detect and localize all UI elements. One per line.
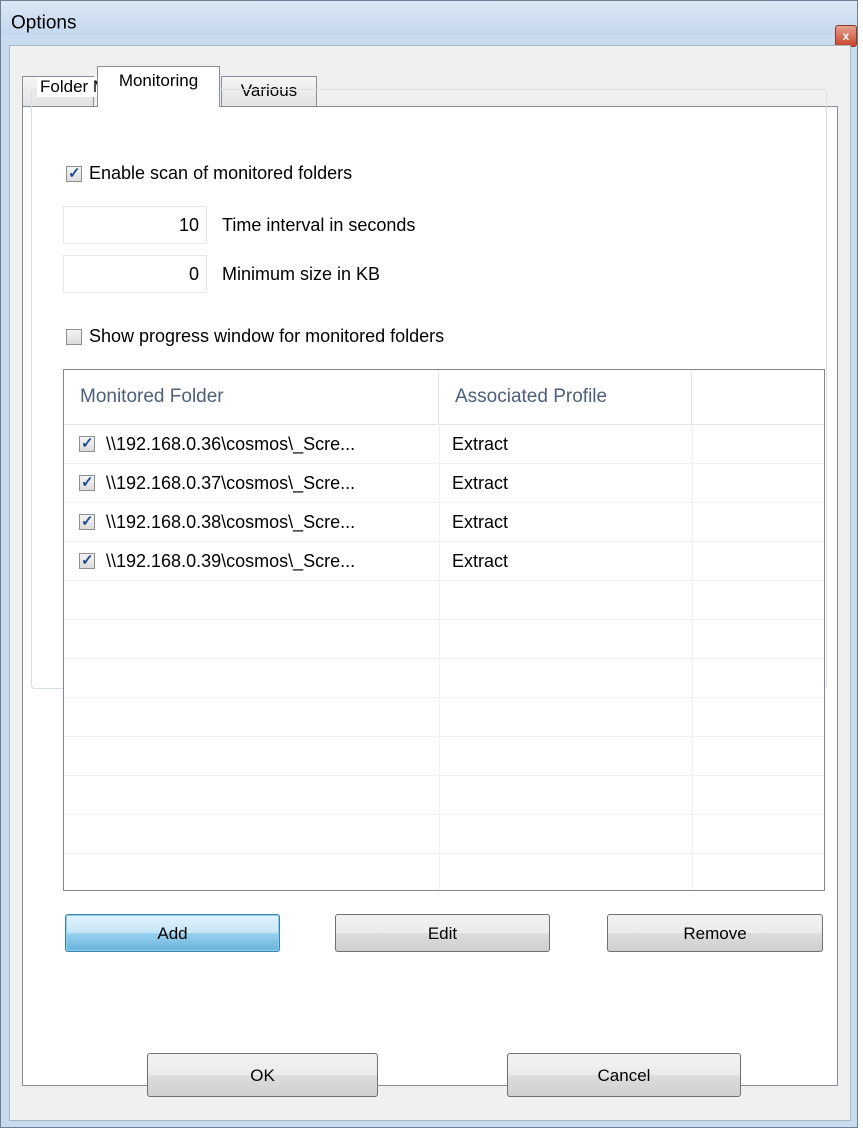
ok-button[interactable]: OK [147, 1053, 378, 1097]
show-progress-label: Show progress window for monitored folde… [89, 326, 445, 346]
row-checkbox[interactable] [79, 473, 95, 491]
close-button[interactable]: x [835, 25, 857, 47]
table-row[interactable]: \\192.168.0.36\cosmos\_Scre... Extract [64, 425, 824, 464]
column-header-empty[interactable] [692, 370, 824, 424]
list-header: Monitored Folder Associated Profile [64, 370, 824, 425]
close-icon: x [842, 29, 850, 43]
empty-row [64, 659, 824, 698]
empty-row [64, 620, 824, 659]
table-row[interactable]: \\192.168.0.37\cosmos\_Scre... Extract [64, 464, 824, 503]
table-row[interactable]: \\192.168.0.38\cosmos\_Scre... Extract [64, 503, 824, 542]
folder-path-cell: \\192.168.0.39\cosmos\_Scre... [106, 551, 356, 571]
monitored-folders-list[interactable]: Monitored Folder Associated Profile \\19… [63, 369, 825, 891]
remove-button[interactable]: Remove [607, 914, 823, 952]
column-header-monitored-folder[interactable]: Monitored Folder [64, 370, 439, 424]
enable-scan-checkbox[interactable] [66, 164, 82, 182]
row-checkbox[interactable] [79, 551, 95, 569]
time-interval-label: Time interval in seconds [222, 215, 416, 235]
title-bar[interactable]: Options x [1, 1, 857, 47]
time-interval-input[interactable]: 10 [63, 206, 207, 244]
empty-row [64, 776, 824, 815]
tab-monitoring[interactable]: Monitoring [97, 66, 220, 107]
row-checkbox[interactable] [79, 512, 95, 530]
minimum-size-input[interactable]: 0 [63, 255, 207, 293]
profile-cell: Extract [452, 434, 509, 454]
edit-button[interactable]: Edit [335, 914, 550, 952]
minimum-size-label: Minimum size in KB [222, 264, 381, 284]
table-row[interactable]: \\192.168.0.39\cosmos\_Scre... Extract [64, 542, 824, 581]
row-checkbox[interactable] [79, 434, 95, 452]
empty-row [64, 581, 824, 620]
empty-row [64, 698, 824, 737]
options-dialog: Options x Main Monitoring Various Folder… [0, 0, 858, 1128]
profile-cell: Extract [452, 512, 509, 532]
show-progress-checkbox-row[interactable]: Show progress window for monitored folde… [66, 326, 444, 347]
enable-scan-checkbox-row[interactable]: Enable scan of monitored folders [66, 163, 352, 184]
empty-row [64, 815, 824, 854]
profile-cell: Extract [452, 551, 509, 571]
folder-path-cell: \\192.168.0.37\cosmos\_Scre... [106, 473, 356, 493]
profile-cell: Extract [452, 473, 509, 493]
folder-path-cell: \\192.168.0.38\cosmos\_Scre... [106, 512, 356, 532]
column-header-associated-profile[interactable]: Associated Profile [439, 370, 692, 424]
enable-scan-label: Enable scan of monitored folders [89, 163, 353, 183]
add-button[interactable]: Add [65, 914, 280, 952]
show-progress-checkbox[interactable] [66, 328, 82, 345]
empty-row [64, 737, 824, 776]
window-title: Options [11, 12, 77, 34]
folder-path-cell: \\192.168.0.36\cosmos\_Scre... [106, 434, 356, 454]
cancel-button[interactable]: Cancel [507, 1053, 741, 1097]
